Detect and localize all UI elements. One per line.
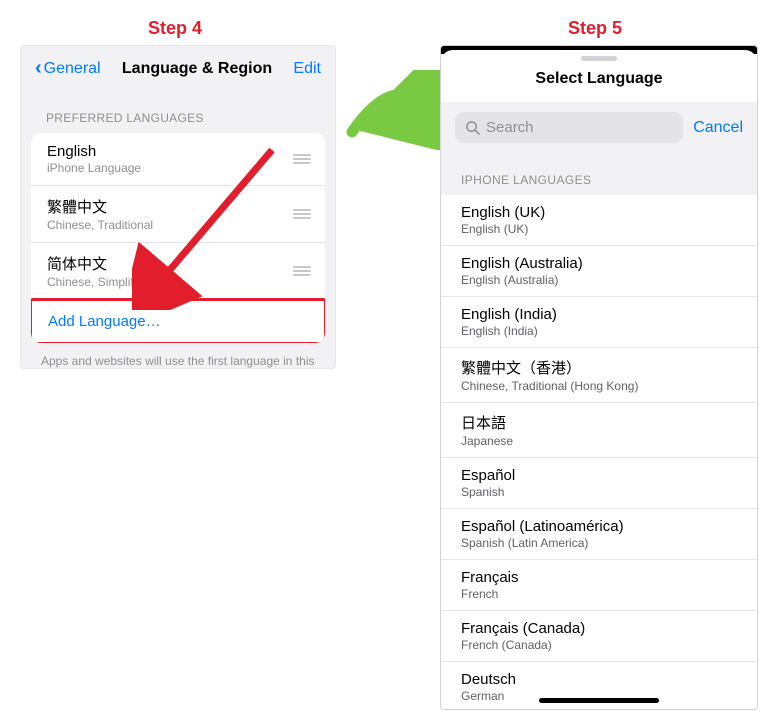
- list-secondary: French (Canada): [461, 638, 737, 652]
- list-primary: Français (Canada): [461, 620, 737, 637]
- drag-handle-icon[interactable]: [293, 266, 311, 276]
- page-title: Language & Region: [122, 60, 272, 78]
- list-item[interactable]: 繁體中文（香港）Chinese, Traditional (Hong Kong): [441, 348, 757, 403]
- section-header-preferred: PREFERRED LANGUAGES: [21, 89, 335, 133]
- nav-bar: ‹ General Language & Region Edit: [21, 46, 335, 89]
- language-row[interactable]: 繁體中文 Chinese, Traditional: [31, 186, 325, 243]
- step-4-label: Step 4: [148, 18, 202, 39]
- list-primary: English (Australia): [461, 255, 737, 272]
- list-item[interactable]: English (India)English (India): [441, 297, 757, 348]
- list-primary: Español (Latinoamérica): [461, 518, 737, 535]
- preferred-languages-list: English iPhone Language 繁體中文 Chinese, Tr…: [31, 133, 325, 343]
- language-region-screen: ‹ General Language & Region Edit PREFERR…: [20, 45, 336, 369]
- language-row[interactable]: English iPhone Language: [31, 133, 325, 186]
- add-language-button[interactable]: Add Language…: [31, 298, 325, 343]
- list-secondary: Chinese, Traditional (Hong Kong): [461, 379, 737, 393]
- back-label: General: [44, 60, 101, 78]
- search-row: Cancel: [441, 102, 757, 153]
- step-5-label: Step 5: [568, 18, 622, 39]
- footer-help-text: Apps and websites will use the first lan…: [21, 343, 335, 369]
- list-secondary: English (Australia): [461, 273, 737, 287]
- list-item[interactable]: English (Australia)English (Australia): [441, 246, 757, 297]
- language-secondary: Chinese, Traditional: [47, 218, 153, 232]
- list-secondary: English (UK): [461, 222, 737, 236]
- list-primary: Español: [461, 467, 737, 484]
- language-primary: 简体中文: [47, 253, 150, 274]
- language-primary: 繁體中文: [47, 196, 153, 217]
- language-selection-list: English (UK)English (UK) English (Austra…: [441, 195, 757, 710]
- search-field-container[interactable]: [455, 112, 683, 143]
- list-secondary: Japanese: [461, 434, 737, 448]
- language-row[interactable]: 简体中文 Chinese, Simplified: [31, 243, 325, 300]
- list-secondary: French: [461, 587, 737, 601]
- back-button[interactable]: ‹ General: [35, 57, 101, 80]
- list-primary: English (India): [461, 306, 737, 323]
- list-item[interactable]: 日本語Japanese: [441, 403, 757, 458]
- list-primary: Deutsch: [461, 671, 737, 688]
- list-item[interactable]: Español (Latinoamérica)Spanish (Latin Am…: [441, 509, 757, 560]
- list-primary: 日本語: [461, 412, 737, 433]
- section-header-iphone-languages: IPHONE LANGUAGES: [441, 153, 757, 195]
- list-secondary: English (India): [461, 324, 737, 338]
- language-secondary: Chinese, Simplified: [47, 275, 150, 289]
- list-primary: 繁體中文（香港）: [461, 357, 737, 378]
- drag-handle-icon[interactable]: [293, 154, 311, 164]
- cancel-button[interactable]: Cancel: [693, 119, 743, 137]
- chevron-left-icon: ‹: [35, 57, 42, 80]
- search-input[interactable]: [486, 119, 673, 136]
- list-secondary: Spanish: [461, 485, 737, 499]
- search-icon: [465, 120, 480, 135]
- transition-arrow-icon: [344, 70, 440, 150]
- list-primary: Français: [461, 569, 737, 586]
- list-item[interactable]: Français (Canada)French (Canada): [441, 611, 757, 662]
- list-primary: English (UK): [461, 204, 737, 221]
- language-primary: English: [47, 143, 141, 160]
- list-secondary: Spanish (Latin America): [461, 536, 737, 550]
- sheet-grabber-area[interactable]: [441, 50, 757, 68]
- grabber-icon: [581, 56, 617, 61]
- language-secondary: iPhone Language: [47, 161, 141, 175]
- edit-button[interactable]: Edit: [293, 60, 321, 78]
- list-item[interactable]: English (UK)English (UK): [441, 195, 757, 246]
- home-indicator[interactable]: [539, 698, 659, 703]
- list-item[interactable]: EspañolSpanish: [441, 458, 757, 509]
- drag-handle-icon[interactable]: [293, 209, 311, 219]
- select-language-screen: Select Language Cancel IPHONE LANGUAGES …: [440, 45, 758, 710]
- list-item[interactable]: FrançaisFrench: [441, 560, 757, 611]
- sheet-title: Select Language: [441, 68, 757, 102]
